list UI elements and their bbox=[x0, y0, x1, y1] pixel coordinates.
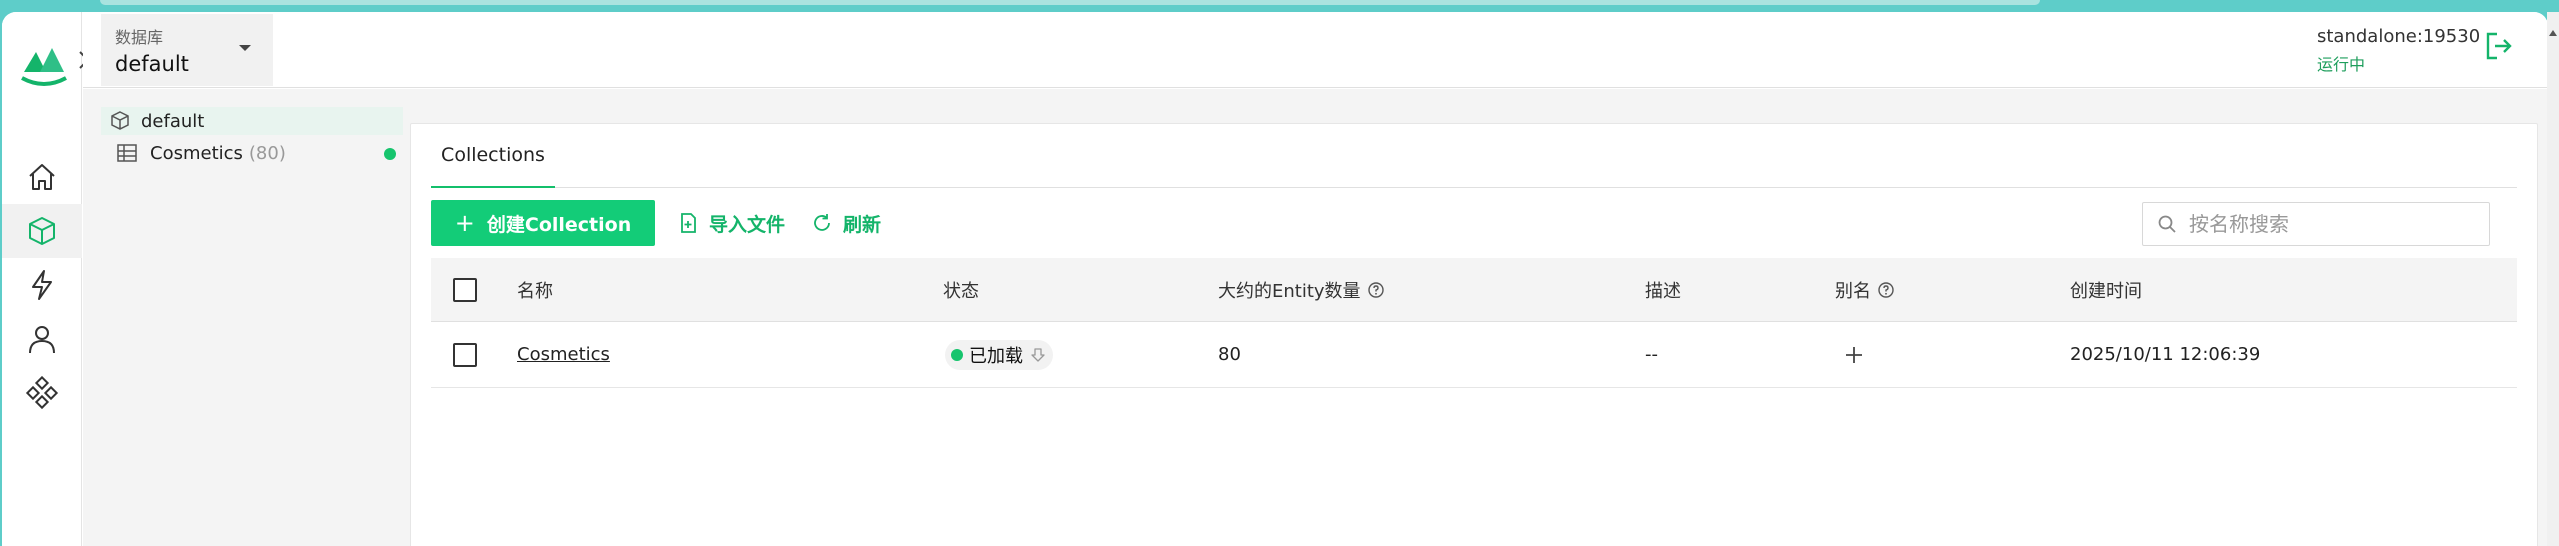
header-alias-label: 别名 bbox=[1835, 280, 1871, 302]
tree-collection-count: (80) bbox=[248, 142, 286, 164]
toolbar: + 创建Collection 导入文件 刷新 bbox=[431, 200, 2517, 246]
row-alias-cell bbox=[1843, 322, 1865, 387]
database-select[interactable]: 数据库 default bbox=[101, 14, 273, 86]
server-info: standalone:19530 运行中 bbox=[2317, 26, 2480, 75]
top-header: 数据库 default standalone:19530 运行中 bbox=[83, 12, 2548, 88]
user-icon bbox=[29, 326, 55, 354]
row-description: -- bbox=[1645, 344, 1658, 365]
search-icon bbox=[2158, 215, 2176, 233]
app-window: 数据库 default standalone:19530 运行中 default bbox=[2, 12, 2548, 546]
refresh-label: 刷新 bbox=[843, 213, 882, 236]
server-address: standalone:19530 bbox=[2317, 26, 2481, 47]
window-scrollbar[interactable] bbox=[2547, 12, 2559, 546]
nav-system[interactable] bbox=[2, 258, 82, 312]
help-circle-icon[interactable] bbox=[1367, 281, 1385, 299]
header-created-time[interactable]: 创建时间 bbox=[2070, 258, 2142, 321]
search-input[interactable] bbox=[2189, 212, 2479, 236]
milvus-logo-icon bbox=[21, 48, 67, 86]
release-arrow-icon[interactable] bbox=[1029, 346, 1047, 364]
tab-collections[interactable]: Collections bbox=[431, 124, 555, 188]
refresh-button[interactable]: 刷新 bbox=[811, 200, 881, 246]
window-top-strip bbox=[100, 0, 2040, 5]
table-row: Cosmetics 已加载 80 -- 2025/10/11 12:06:39 bbox=[431, 322, 2517, 388]
nav-database[interactable] bbox=[2, 204, 82, 258]
header-entity-count-label: 大约的Entity数量 bbox=[1218, 280, 1361, 302]
lightning-icon bbox=[32, 270, 52, 300]
table-header: 名称 状态 大约的Entity数量 描述 别名 创建时间 bbox=[431, 258, 2517, 322]
caret-down-icon bbox=[239, 45, 251, 51]
collections-panel: Collections + 创建Collection 导入文件 刷新 按名称搜索… bbox=[410, 123, 2538, 546]
plus-icon[interactable] bbox=[1843, 344, 1865, 366]
row-created-time: 2025/10/11 12:06:39 bbox=[2070, 344, 2261, 365]
row-select-cell bbox=[453, 322, 477, 387]
create-collection-button[interactable]: + 创建Collection bbox=[431, 200, 655, 246]
create-collection-label: 创建Collection bbox=[486, 213, 632, 236]
row-checkbox[interactable] bbox=[453, 342, 477, 367]
scroll-up-arrow-icon[interactable] bbox=[2548, 28, 2558, 38]
plus-icon: + bbox=[454, 209, 475, 237]
collections-table: 名称 状态 大约的Entity数量 描述 别名 创建时间 Cosmetics 已… bbox=[431, 258, 2517, 388]
tree-item-collection[interactable]: Cosmetics (80) bbox=[116, 139, 402, 167]
nav-plugins[interactable] bbox=[2, 366, 82, 420]
refresh-icon bbox=[814, 214, 830, 231]
tree-database-label: default bbox=[141, 110, 205, 132]
database-select-value: default bbox=[115, 52, 189, 76]
nav-home[interactable] bbox=[2, 150, 82, 204]
tree-item-database[interactable]: default bbox=[101, 107, 403, 135]
status-text: 已加载 bbox=[969, 345, 1023, 367]
row-entity-count: 80 bbox=[1218, 344, 1241, 365]
collection-name-link[interactable]: Cosmetics bbox=[517, 344, 610, 365]
nav-users[interactable] bbox=[2, 312, 82, 366]
file-plus-icon bbox=[681, 213, 696, 233]
status-badge[interactable]: 已加载 bbox=[945, 339, 1053, 370]
header-name[interactable]: 名称 bbox=[517, 258, 553, 321]
content-area: default Cosmetics (80) Collections + 创建C… bbox=[83, 89, 2548, 546]
cube-icon bbox=[29, 217, 55, 245]
database-tree: default Cosmetics (80) bbox=[83, 89, 403, 546]
search-box[interactable] bbox=[2142, 202, 2490, 246]
loaded-status-dot bbox=[384, 148, 396, 160]
import-file-label: 导入文件 bbox=[709, 213, 786, 236]
header-status[interactable]: 状态 bbox=[943, 258, 979, 321]
select-all-cell bbox=[453, 258, 477, 321]
home-icon bbox=[29, 164, 55, 190]
logout-icon[interactable] bbox=[2483, 30, 2515, 62]
server-status: 运行中 bbox=[2317, 55, 2366, 74]
tab-bar: Collections bbox=[431, 124, 2517, 188]
table-icon bbox=[117, 144, 137, 162]
left-nav bbox=[2, 12, 90, 546]
help-circle-icon[interactable] bbox=[1877, 281, 1895, 299]
loaded-status-dot bbox=[951, 348, 963, 361]
select-all-checkbox[interactable] bbox=[453, 277, 477, 302]
diamond-grid-icon bbox=[25, 376, 59, 410]
import-file-button[interactable]: 导入文件 bbox=[677, 200, 785, 246]
row-name-cell: Cosmetics bbox=[517, 322, 610, 387]
cube-icon bbox=[111, 111, 129, 130]
header-alias: 别名 bbox=[1835, 258, 1895, 321]
tree-collection-name: Cosmetics bbox=[150, 142, 243, 164]
row-status-cell: 已加载 bbox=[945, 322, 1053, 387]
header-description: 描述 bbox=[1645, 280, 1681, 302]
header-entity-count[interactable]: 大约的Entity数量 bbox=[1218, 258, 1385, 321]
